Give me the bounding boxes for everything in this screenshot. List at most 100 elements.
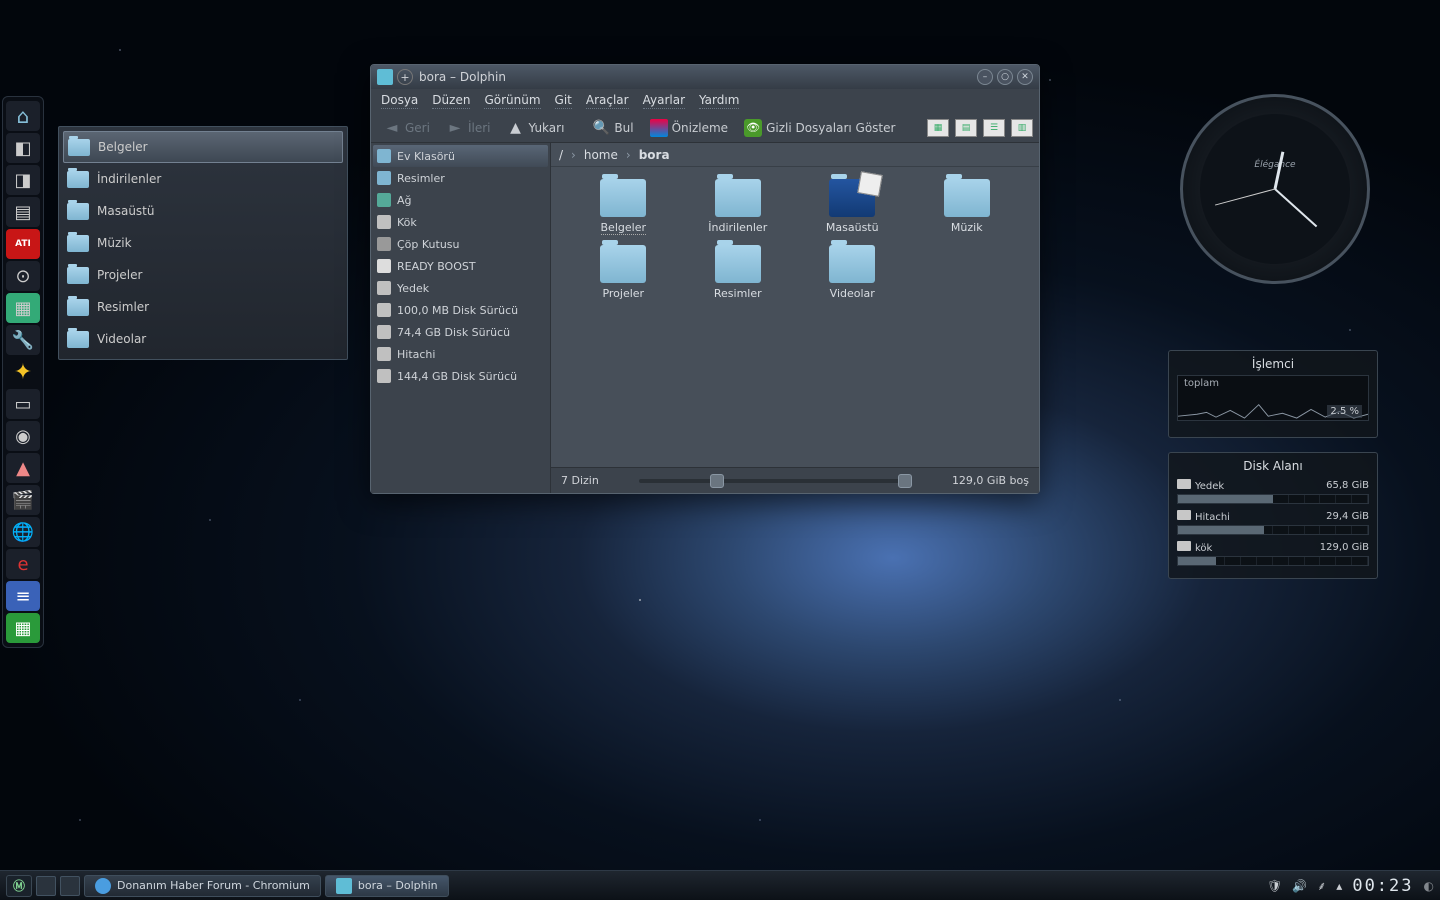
- find-button[interactable]: 🔍Bul: [586, 117, 639, 139]
- view-details[interactable]: ☰: [983, 119, 1005, 137]
- menu-ayarlar[interactable]: Ayarlar: [643, 93, 685, 109]
- folder-popup: Belgeler İndirilenler Masaüstü Müzik Pro…: [58, 126, 348, 360]
- dock-panel: ⌂ ◧ ◨ ▤ ATI ⊙ ▦ 🔧 ✦ ▭ ◉ ▲ 🎬 🌐 e ≡ ▦: [2, 96, 44, 648]
- titlebar[interactable]: + bora – Dolphin – ○ ✕: [371, 65, 1039, 89]
- dock-app-3[interactable]: ▤: [6, 197, 40, 227]
- maximize-button[interactable]: ○: [997, 69, 1013, 85]
- place-resimler[interactable]: Resimler: [373, 167, 548, 189]
- crumb-root[interactable]: /: [559, 148, 563, 162]
- drive-icon: [1177, 479, 1191, 489]
- dock-writer-icon[interactable]: ≡: [6, 581, 40, 611]
- crumb-home[interactable]: home: [584, 148, 618, 162]
- place-disk-144gb[interactable]: 144,4 GB Disk Sürücü: [373, 365, 548, 387]
- file-label: İndirilenler: [708, 221, 767, 234]
- zoom-slider[interactable]: [639, 479, 912, 483]
- dock-app-4[interactable]: ▦: [6, 293, 40, 323]
- preview-button[interactable]: Önizleme: [644, 117, 734, 139]
- slider-handle[interactable]: [898, 474, 912, 488]
- cpu-widget[interactable]: İşlemci toplam 2.5 %: [1168, 350, 1378, 438]
- analog-clock-widget[interactable]: Élégance: [1180, 94, 1370, 284]
- popup-item-masaustu[interactable]: Masaüstü: [63, 195, 343, 227]
- place-disk-100mb[interactable]: 100,0 MB Disk Sürücü: [373, 299, 548, 321]
- place-hitachi[interactable]: Hitachi: [373, 343, 548, 365]
- dock-app-1[interactable]: ◧: [6, 133, 40, 163]
- menu-yardim[interactable]: Yardım: [699, 93, 739, 109]
- menu-dosya[interactable]: Dosya: [381, 93, 418, 109]
- dock-browser-icon[interactable]: 🌐: [6, 517, 40, 547]
- tray-expand-icon[interactable]: ▴: [1336, 879, 1342, 893]
- popup-item-belgeler[interactable]: Belgeler: [63, 131, 343, 163]
- folder-muzik[interactable]: Müzik: [915, 179, 1020, 235]
- popup-item-resimler[interactable]: Resimler: [63, 291, 343, 323]
- hidden-button[interactable]: 👁Gizli Dosyaları Göster: [738, 117, 901, 139]
- menu-git[interactable]: Git: [555, 93, 572, 109]
- popup-item-muzik[interactable]: Müzik: [63, 227, 343, 259]
- folder-videolar[interactable]: Videolar: [800, 245, 905, 300]
- shield-icon[interactable]: 🛡: [1267, 879, 1282, 893]
- crumb-current[interactable]: bora: [639, 148, 670, 162]
- dock-home-icon[interactable]: ⌂: [6, 101, 40, 131]
- minimize-button[interactable]: –: [977, 69, 993, 85]
- activity-switcher[interactable]: [60, 876, 80, 896]
- place-root[interactable]: Kök: [373, 211, 548, 233]
- popup-label: Projeler: [97, 268, 142, 282]
- view-compact[interactable]: ▤: [955, 119, 977, 137]
- folder-indirilenler[interactable]: İndirilenler: [686, 179, 791, 235]
- folder-belgeler[interactable]: Belgeler: [571, 179, 676, 235]
- popup-item-indirilenler[interactable]: İndirilenler: [63, 163, 343, 195]
- network-icon: [377, 193, 391, 207]
- place-label: Yedek: [397, 282, 429, 295]
- logout-icon[interactable]: ◐: [1424, 879, 1434, 893]
- dock-star-icon[interactable]: ✦: [6, 357, 40, 387]
- place-home[interactable]: Ev Klasörü: [373, 145, 548, 167]
- nav-label: Önizleme: [672, 121, 728, 135]
- icon-grid[interactable]: Belgeler İndirilenler Masaüstü Müzik Pro…: [551, 167, 1039, 467]
- dock-app-5[interactable]: ▭: [6, 389, 40, 419]
- taskbar: Ⓜ Donanım Haber Forum - Chromium bora – …: [0, 870, 1440, 900]
- place-yedek[interactable]: Yedek: [373, 277, 548, 299]
- content-area: / › home › bora Belgeler İndirilenler Ma…: [551, 143, 1039, 493]
- dock-pdf-icon[interactable]: e: [6, 549, 40, 579]
- nav-label: Bul: [614, 121, 633, 135]
- dock-app-2[interactable]: ◨: [6, 165, 40, 195]
- view-icons[interactable]: ▦: [927, 119, 949, 137]
- folder-icon: [67, 331, 89, 348]
- menu-araclar[interactable]: Araçlar: [586, 93, 629, 109]
- volume-icon[interactable]: 🔊: [1292, 879, 1307, 893]
- breadcrumb[interactable]: / › home › bora: [551, 143, 1039, 167]
- place-disk-74gb[interactable]: 74,4 GB Disk Sürücü: [373, 321, 548, 343]
- place-readyboost[interactable]: READY BOOST: [373, 255, 548, 277]
- dock-cd-icon[interactable]: ◉: [6, 421, 40, 451]
- new-tab-icon[interactable]: +: [397, 69, 413, 85]
- folder-icon: [67, 299, 89, 316]
- toolbar: ◄Geri ►İleri ▲Yukarı 🔍Bul Önizleme 👁Gizl…: [371, 113, 1039, 143]
- start-button[interactable]: Ⓜ: [6, 875, 32, 897]
- dock-vlc-icon[interactable]: ▲: [6, 453, 40, 483]
- clock-text[interactable]: 00:23: [1352, 876, 1413, 896]
- place-trash[interactable]: Çöp Kutusu: [373, 233, 548, 255]
- folder-masaustu[interactable]: Masaüstü: [800, 179, 905, 235]
- dock-settings-icon[interactable]: 🔧: [6, 325, 40, 355]
- dock-ati-icon[interactable]: ATI: [6, 229, 40, 259]
- slider-handle[interactable]: [710, 474, 724, 488]
- network-icon[interactable]: ⸙: [1317, 877, 1326, 894]
- menu-duzen[interactable]: Düzen: [432, 93, 470, 109]
- popup-item-videolar[interactable]: Videolar: [63, 323, 343, 355]
- task-dolphin[interactable]: bora – Dolphin: [325, 875, 449, 897]
- task-chromium[interactable]: Donanım Haber Forum - Chromium: [84, 875, 321, 897]
- folder-resimler[interactable]: Resimler: [686, 245, 791, 300]
- disk-widget[interactable]: Disk Alanı Yedek65,8 GiB Hitachi29,4 GiB…: [1168, 452, 1378, 579]
- dock-disk-icon[interactable]: ⊙: [6, 261, 40, 291]
- place-network[interactable]: Ağ: [373, 189, 548, 211]
- dock-media-icon[interactable]: 🎬: [6, 485, 40, 515]
- nav-up[interactable]: ▲Yukarı: [500, 117, 570, 139]
- show-desktop[interactable]: [36, 876, 56, 896]
- folder-icon: [600, 179, 646, 217]
- close-button[interactable]: ✕: [1017, 69, 1033, 85]
- menu-gorunum[interactable]: Görünüm: [484, 93, 540, 109]
- view-columns[interactable]: ▥: [1011, 119, 1033, 137]
- popup-item-projeler[interactable]: Projeler: [63, 259, 343, 291]
- preview-icon: [650, 119, 668, 137]
- dock-calc-icon[interactable]: ▦: [6, 613, 40, 643]
- folder-projeler[interactable]: Projeler: [571, 245, 676, 300]
